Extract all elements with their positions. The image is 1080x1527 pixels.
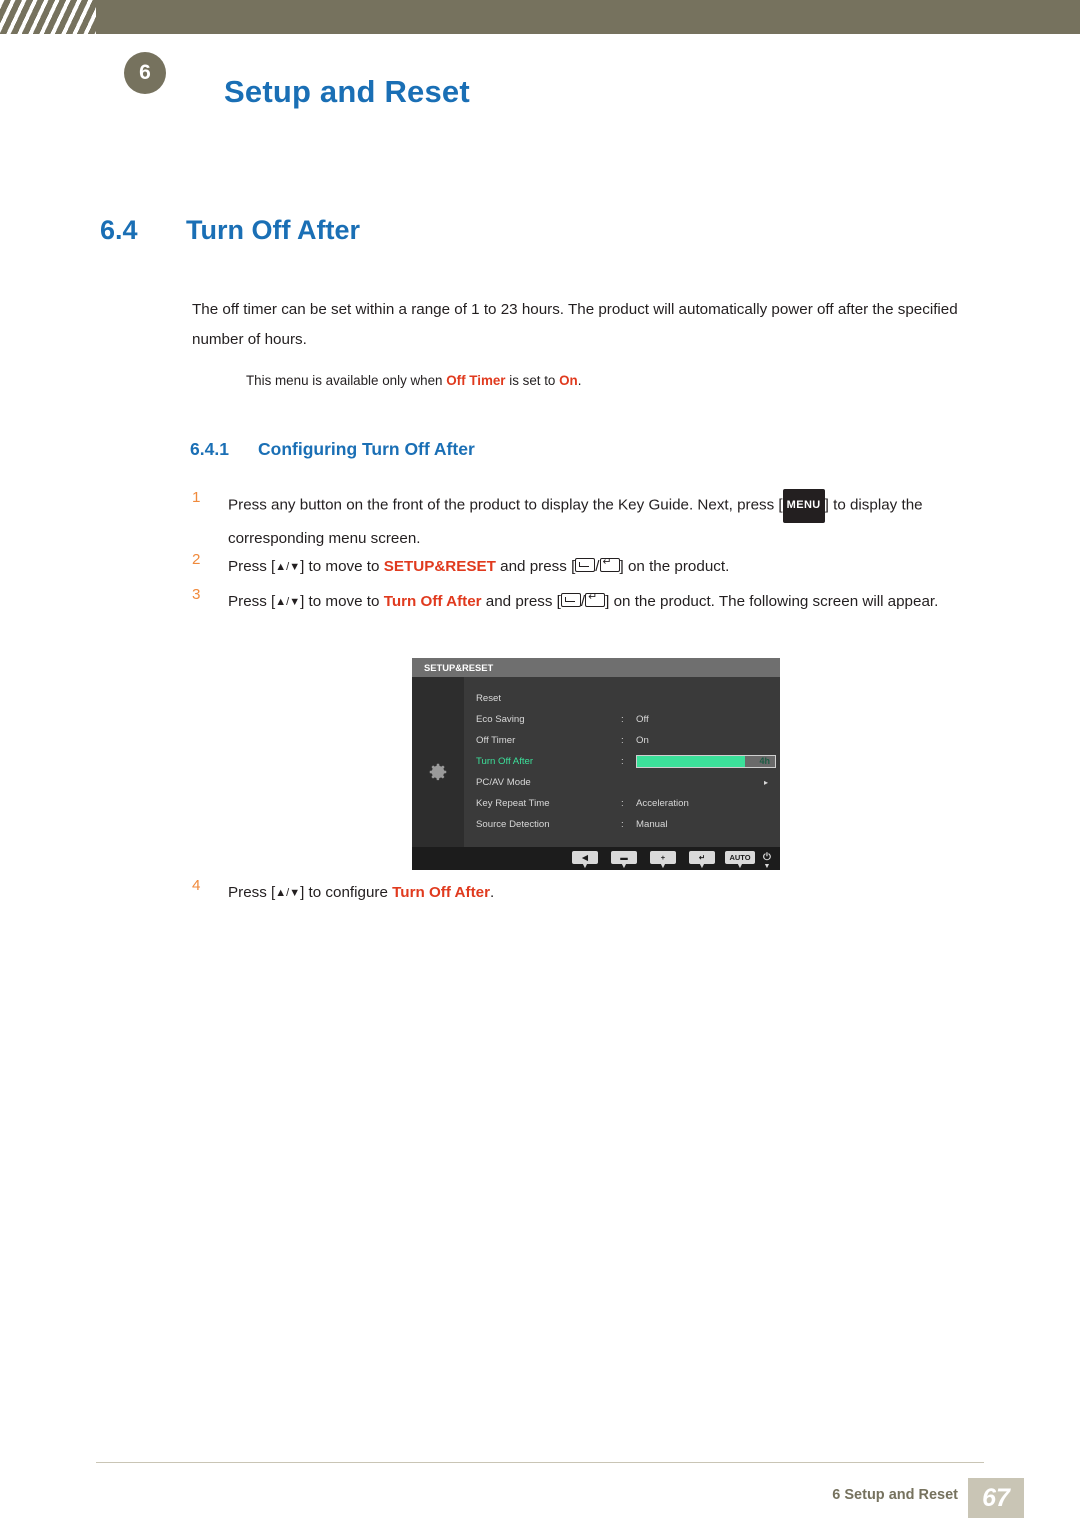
header-title-area: 6 Setup and Reset — [0, 34, 1080, 109]
osd-colon-source-detection: : — [621, 819, 624, 830]
osd-value-off-timer: On — [636, 735, 649, 746]
back-button-icon-3 — [560, 593, 581, 607]
step-3-part-b: ] to move to — [300, 593, 384, 610]
note-highlight-on: On — [559, 373, 578, 388]
step-4-part-b: ] to configure — [300, 884, 393, 901]
osd-value-source-detection: Manual — [636, 819, 668, 830]
step-3-highlight: Turn Off After — [383, 593, 482, 610]
enter-button-icon — [599, 555, 620, 572]
osd-slider-fill — [637, 756, 745, 767]
page-title: Setup and Reset — [224, 74, 470, 109]
header-hatch-decoration — [0, 0, 96, 34]
osd-footer-caret-5: ▼ — [763, 863, 771, 870]
updown-arrows-4: ▲/▼ — [275, 887, 301, 899]
note-highlight-off-timer: Off Timer — [446, 373, 506, 388]
section-title: Turn Off After — [186, 215, 360, 245]
step-3-part-d: ] on the product. The following screen w… — [605, 593, 939, 610]
chapter-badge: 6 — [124, 52, 166, 94]
menu-keycap: MENU — [782, 489, 825, 523]
step-text-1: Press any button on the front of the pro… — [228, 489, 1008, 554]
osd-footer-bar: ◀ ▼ ▬ ▼ + ▼ ↵ ▼ AUTO ▼ ⏻ ▼ — [412, 847, 780, 870]
note-text-mid: is set to — [505, 373, 560, 388]
osd-value-key-repeat-time: Acceleration — [636, 798, 689, 809]
osd-row-turn-off-after[interactable]: Turn Off After : 4h — [464, 751, 780, 772]
footer-page-number: 67 — [982, 1484, 1010, 1512]
note-text-pre: This menu is available only when — [246, 373, 447, 388]
osd-colon-key-repeat-time: : — [621, 798, 624, 809]
step-4-part-c: . — [490, 884, 495, 901]
step-number-2: 2 — [192, 551, 201, 568]
step-2-part-b: ] to move to — [300, 558, 384, 575]
osd-row-reset[interactable]: Reset — [464, 688, 780, 709]
osd-screenshot: SETUP&RESET Reset Eco Saving : Off Off T… — [412, 658, 780, 870]
osd-colon-turn-off-after: : — [621, 756, 624, 767]
osd-row-off-timer[interactable]: Off Timer : On — [464, 730, 780, 751]
step-1-part-a: Press any button on the front of the pro… — [228, 496, 783, 514]
step-3-part-c: and press [ — [481, 593, 561, 610]
step-text-4: Press [▲/▼] to configure Turn Off After. — [228, 877, 1008, 909]
back-button-icon — [575, 558, 596, 572]
intro-paragraph: The off timer can be set within a range … — [192, 301, 958, 348]
osd-icon-column — [412, 677, 464, 847]
osd-label-key-repeat-time: Key Repeat Time — [476, 798, 550, 809]
osd-row-key-repeat-time[interactable]: Key Repeat Time : Acceleration — [464, 793, 780, 814]
step-number-4: 4 — [192, 877, 201, 894]
step-4-highlight: Turn Off After — [392, 884, 490, 901]
step-3-part-a: Press [ — [228, 593, 276, 610]
osd-row-source-detection[interactable]: Source Detection : Manual — [464, 814, 780, 835]
gear-icon — [429, 763, 447, 781]
note-line: This menu is available only when Off Tim… — [246, 373, 581, 388]
step-2-part-a: Press [ — [228, 558, 276, 575]
step-number-1: 1 — [192, 489, 201, 506]
osd-footer-caret-0: ▼ — [581, 863, 589, 870]
page-top-band — [0, 0, 1080, 34]
osd-colon-eco-saving: : — [621, 714, 624, 725]
osd-menu-list: Reset Eco Saving : Off Off Timer : On Tu… — [464, 677, 780, 847]
osd-label-reset: Reset — [476, 693, 502, 704]
osd-row-pc-av-mode[interactable]: PC/AV Mode ▸ — [464, 772, 780, 793]
chevron-right-icon: ▸ — [763, 778, 768, 787]
section-number: 6.4 — [100, 215, 138, 245]
step-text-2: Press [▲/▼] to move to SETUP&RESET and p… — [228, 551, 1018, 583]
subsection-title: Configuring Turn Off After — [258, 439, 475, 459]
step-2-part-c: and press [ — [495, 558, 576, 575]
osd-title-bar: SETUP&RESET — [412, 658, 780, 677]
note-text-post: . — [577, 373, 582, 388]
step-2-highlight: SETUP&RESET — [383, 558, 496, 575]
footer-chapter-label: 6 Setup and Reset — [832, 1487, 958, 1503]
osd-label-source-detection: Source Detection — [476, 819, 550, 830]
osd-label-eco-saving: Eco Saving — [476, 714, 525, 725]
osd-footer-caret-4: ▼ — [736, 863, 744, 870]
osd-label-turn-off-after: Turn Off After — [476, 756, 534, 767]
osd-footer-caret-3: ▼ — [698, 863, 706, 870]
osd-colon-off-timer: : — [621, 735, 624, 746]
osd-label-off-timer: Off Timer — [476, 735, 516, 746]
step-2-part-d: ] on the product. — [619, 558, 730, 575]
osd-label-pc-av-mode: PC/AV Mode — [476, 777, 531, 788]
updown-arrows-3: ▲/▼ — [275, 596, 301, 608]
footer-divider — [96, 1462, 984, 1463]
updown-arrows-2: ▲/▼ — [275, 561, 301, 573]
subsection-number: 6.4.1 — [190, 439, 229, 459]
osd-footer-caret-2: ▼ — [659, 863, 667, 870]
enter-button-icon-3 — [585, 590, 606, 607]
osd-value-eco-saving: Off — [636, 714, 649, 725]
step-4-part-a: Press [ — [228, 884, 276, 901]
osd-footer-caret-1: ▼ — [620, 863, 628, 870]
osd-slider-turn-off-after[interactable]: 4h — [636, 755, 776, 768]
step-text-3: Press [▲/▼] to move to Turn Off After an… — [228, 586, 1008, 618]
step-number-3: 3 — [192, 586, 201, 603]
osd-slider-value: 4h — [759, 756, 770, 766]
osd-row-eco-saving[interactable]: Eco Saving : Off — [464, 709, 780, 730]
